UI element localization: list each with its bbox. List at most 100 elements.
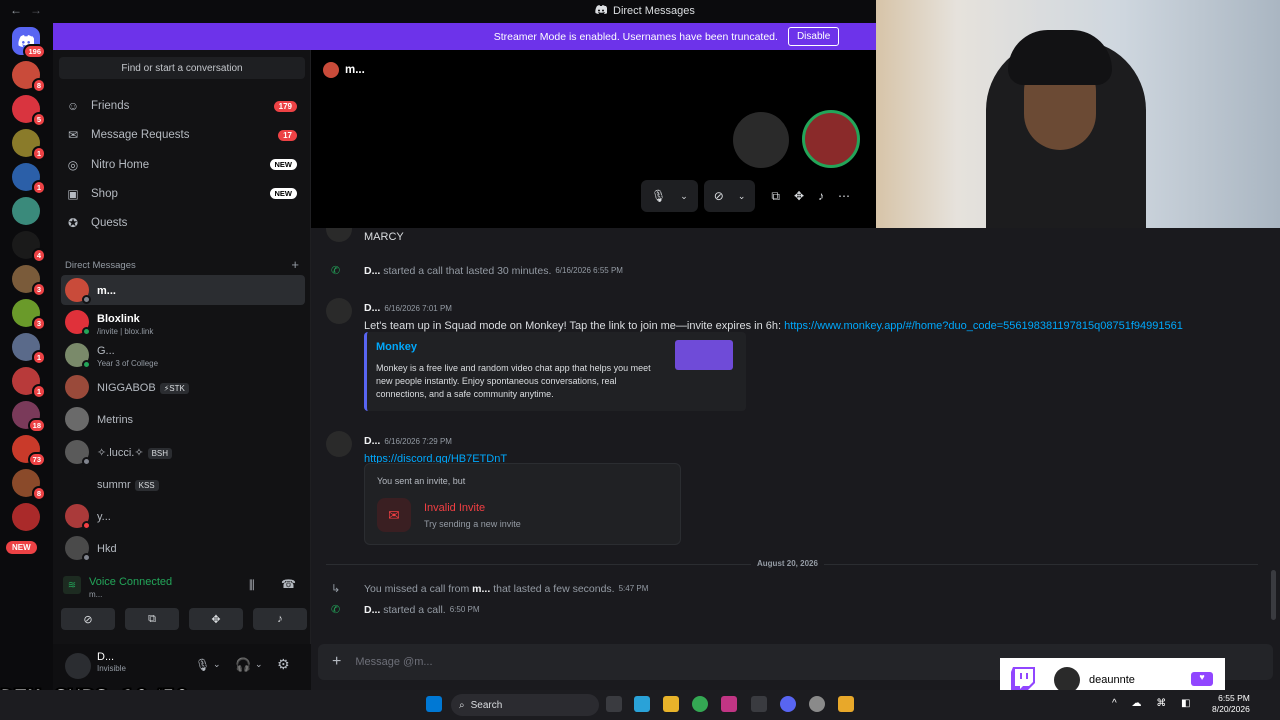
message-author[interactable]: D... <box>364 435 380 447</box>
activities-icon[interactable]: ✥ <box>794 189 804 203</box>
app-icon[interactable] <box>721 696 737 712</box>
server-icon[interactable]: 73 <box>12 435 46 467</box>
find-conversation-input[interactable]: Find or start a conversation <box>59 57 305 79</box>
message-avatar[interactable] <box>326 431 352 457</box>
server-icon[interactable]: 1 <box>12 163 46 195</box>
server-icon[interactable]: 1 <box>12 333 46 365</box>
disable-streamer-mode-button[interactable]: Disable <box>787 27 840 46</box>
scrollbar[interactable] <box>1271 570 1276 620</box>
home-button[interactable]: 196 <box>12 27 46 59</box>
dm-name-row: NIGGABOB ⚡STK <box>97 378 189 396</box>
participant-avatar[interactable] <box>733 112 789 168</box>
camera-off-button[interactable]: ⊘ <box>61 608 115 630</box>
header-avatar[interactable] <box>323 62 339 78</box>
server-icon[interactable]: 1 <box>12 129 46 161</box>
server-icon[interactable]: 4 <box>12 231 46 263</box>
nav-item-friends[interactable]: ☺ Friends 179 <box>61 93 305 119</box>
discord-taskbar-icon[interactable] <box>780 696 796 712</box>
dm-item[interactable]: G... Year 3 of College <box>61 340 305 370</box>
app-icon[interactable] <box>809 696 825 712</box>
dm-item[interactable]: Metrins <box>61 404 305 434</box>
back-arrow-icon[interactable]: ← <box>10 3 22 17</box>
server-icon[interactable] <box>12 503 40 531</box>
friends-icon: ☺ <box>66 99 80 113</box>
server-icon[interactable]: 8 <box>12 469 46 501</box>
dm-name: G... <box>97 345 115 358</box>
message-avatar[interactable] <box>326 298 352 324</box>
dm-item[interactable]: NIGGABOB ⚡STK <box>61 372 305 402</box>
server-icon[interactable]: 5 <box>12 95 46 127</box>
dm-item[interactable]: summr KSS <box>61 469 305 499</box>
call-author[interactable]: D... <box>364 265 380 277</box>
server-icon[interactable]: 8 <box>12 61 46 93</box>
taskbar-search[interactable]: ⌕ Search <box>451 694 599 716</box>
disconnect-icon[interactable]: ☎ <box>281 577 296 591</box>
headphones-icon[interactable]: 🎧 <box>235 657 251 673</box>
header-username[interactable]: m... <box>345 64 365 76</box>
windows-start-icon[interactable] <box>426 696 442 712</box>
screen-share-button[interactable]: ⧉ <box>125 608 179 630</box>
dm-name: Metrins <box>97 414 134 427</box>
app-icon[interactable] <box>751 696 767 712</box>
dm-item[interactable]: m... <box>61 275 305 305</box>
user-avatar[interactable] <box>65 653 91 679</box>
microphone-icon[interactable]: 🎙 <box>651 189 666 203</box>
dm-name-row: ✧.lucci.✧ BSH <box>97 443 173 461</box>
dm-name-row: G... <box>97 341 158 359</box>
banner-text: Streamer Mode is enabled. Usernames have… <box>493 30 778 43</box>
chrome-icon[interactable] <box>692 696 708 712</box>
forward-arrow-icon[interactable]: → <box>30 3 42 17</box>
server-icon[interactable]: 1 <box>12 367 46 399</box>
dm-item[interactable]: Bloxlink/invite | blox.link <box>61 307 305 337</box>
message-author[interactable]: D... <box>364 302 380 314</box>
embed-thumbnail[interactable] <box>675 340 733 370</box>
embed-title[interactable]: Monkey <box>376 341 417 353</box>
settings-gear-icon[interactable]: ⚙ <box>277 656 290 673</box>
task-view-icon[interactable] <box>606 696 622 712</box>
store-icon[interactable] <box>838 696 854 712</box>
headphones-chevron-down-icon[interactable]: ⌄ <box>255 659 263 670</box>
dm-item[interactable]: y... <box>61 501 305 531</box>
nav-item-nitro-home[interactable]: ◎ Nitro Home NEW <box>61 152 305 178</box>
call-author[interactable]: D... <box>364 604 380 616</box>
signal-icon: ≋ <box>63 576 81 594</box>
server-icon[interactable]: 18 <box>12 401 46 433</box>
chevron-down-icon[interactable]: ⌄ <box>738 191 746 202</box>
microphone-icon[interactable]: 🎙 <box>195 658 210 672</box>
attach-plus-icon[interactable]: + <box>332 653 341 671</box>
nav-item-shop[interactable]: ▣ Shop NEW <box>61 181 305 207</box>
voice-channel[interactable]: m... <box>89 590 102 599</box>
system-tray-icons[interactable]: ^ ☁ ⌘ ◧ <box>1112 698 1196 709</box>
monkey-link[interactable]: https://www.monkey.app/#/home?duo_code=5… <box>784 320 1183 332</box>
copilot-icon[interactable] <box>634 696 650 712</box>
soundboard-button[interactable]: ♪ <box>253 608 307 630</box>
activities-button[interactable]: ✥ <box>189 608 243 630</box>
screen-share-icon[interactable]: ⧉ <box>771 189 780 204</box>
dm-item[interactable]: Hkd <box>61 533 305 563</box>
soundboard-icon[interactable]: ♪ <box>818 189 824 203</box>
dm-name: summr <box>97 478 131 491</box>
nav-item-quests[interactable]: ✪ Quests <box>61 210 305 236</box>
nav-item-message-requests[interactable]: ✉ Message Requests 17 <box>61 122 305 148</box>
noise-suppression-icon[interactable]: ⫼ <box>249 578 255 593</box>
dm-item[interactable]: ✧.lucci.✧ BSH <box>61 437 305 467</box>
participant-avatar-speaking[interactable] <box>802 110 860 168</box>
mic-control[interactable]: 🎙 ⌄ <box>641 180 698 212</box>
camera-control[interactable]: ⊘ ⌄ <box>703 180 756 212</box>
server-icon[interactable]: 3 <box>12 299 46 331</box>
taskbar-clock[interactable]: 6:55 PM 8/20/2026 <box>1212 693 1250 715</box>
chevron-down-icon[interactable]: ⌄ <box>680 191 688 202</box>
create-dm-plus-icon[interactable]: + <box>291 257 299 272</box>
more-options-icon[interactable]: ⋯ <box>838 189 850 203</box>
message-input[interactable]: Message @m... <box>355 656 432 668</box>
message-avatar[interactable] <box>326 228 352 242</box>
camera-off-icon[interactable]: ⊘ <box>714 189 724 203</box>
server-icon[interactable]: 3 <box>12 265 46 297</box>
missed-call-author[interactable]: m... <box>472 583 490 595</box>
call-log: ✆ D... started a call that lasted 30 min… <box>331 264 623 278</box>
dm-avatar <box>65 471 89 496</box>
server-icon[interactable] <box>12 197 40 225</box>
file-explorer-icon[interactable] <box>663 696 679 712</box>
extra-controls: ⧉ ✥ ♪ ⋯ <box>761 180 860 212</box>
mic-chevron-down-icon[interactable]: ⌄ <box>213 659 221 670</box>
